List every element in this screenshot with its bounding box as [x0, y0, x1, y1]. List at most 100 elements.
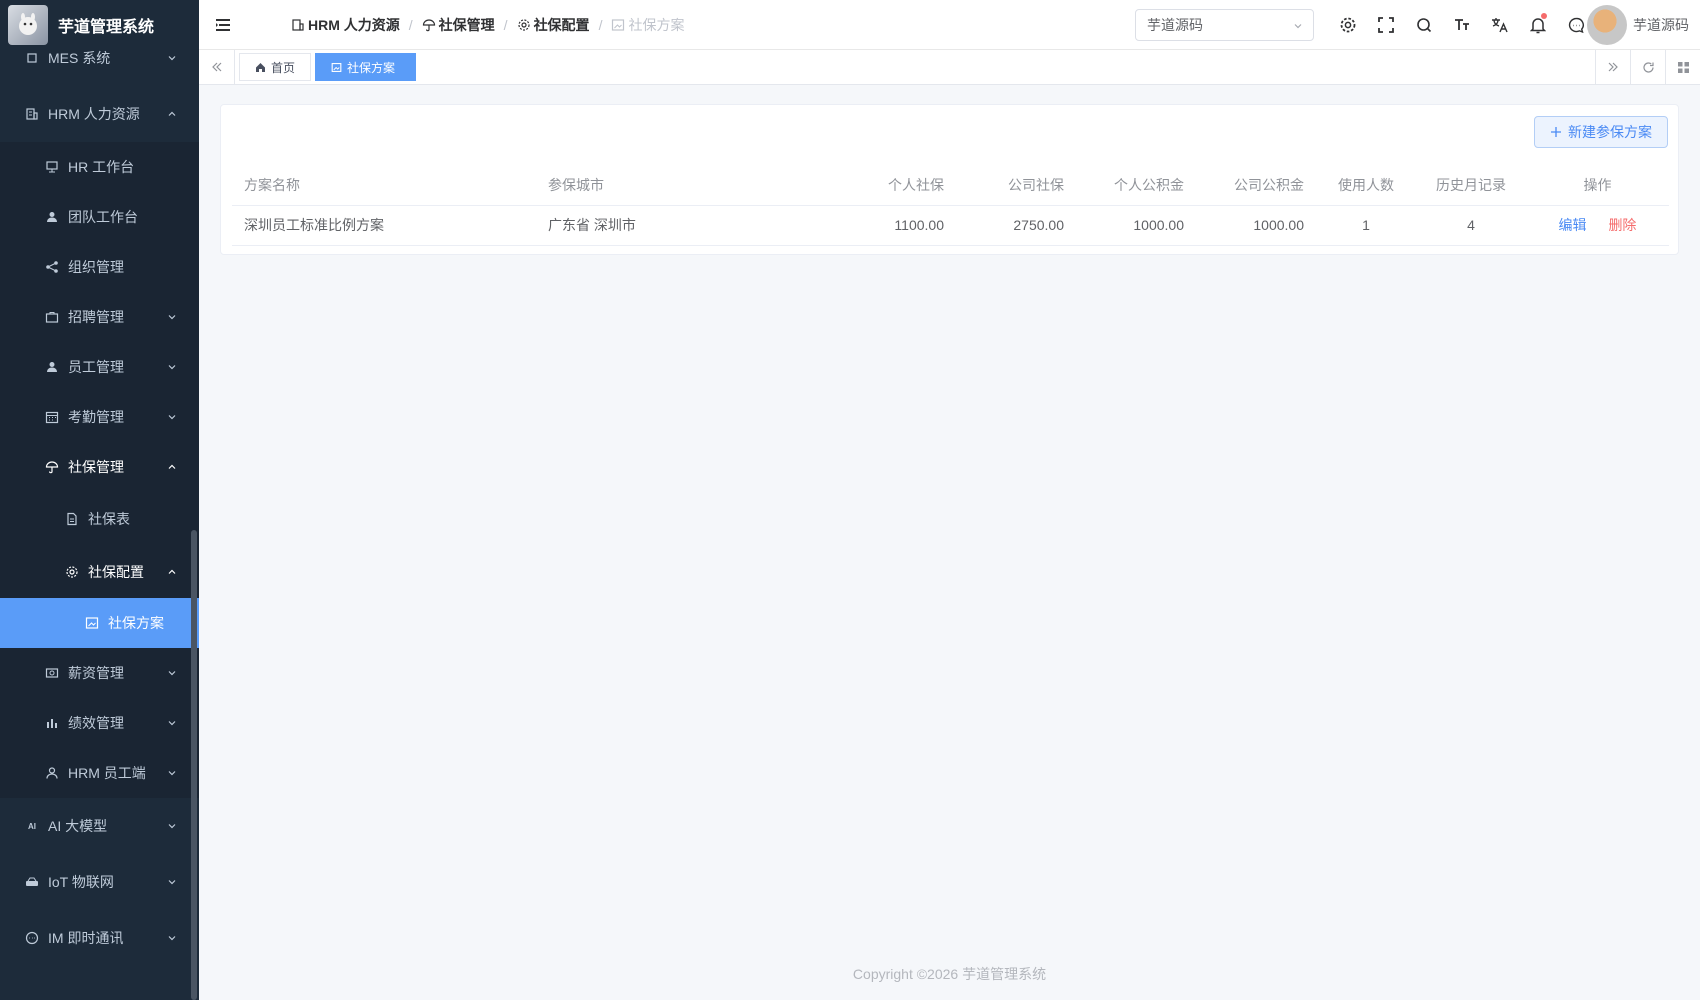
- ai-icon: AI: [28, 821, 36, 831]
- image-icon: [84, 615, 100, 631]
- search-button[interactable]: [1405, 0, 1443, 50]
- col-city: 参保城市: [536, 165, 836, 206]
- sidebar-item-label: 绩效管理: [68, 715, 124, 731]
- user-menu[interactable]: 芋道源码: [1587, 0, 1689, 50]
- chevron-down-icon: [1294, 24, 1302, 29]
- sidebar-item-social-security[interactable]: 社保管理: [0, 442, 199, 492]
- sidebar-item-label: 组织管理: [68, 259, 124, 275]
- sidebar-item-hrm-employee-portal[interactable]: HRM 员工端: [0, 748, 199, 798]
- tenant-select[interactable]: 芋道源码: [1135, 9, 1314, 41]
- image-icon: [331, 62, 342, 72]
- sidebar-item-performance[interactable]: 绩效管理: [0, 698, 199, 748]
- col-history: 历史月记录: [1416, 165, 1526, 206]
- username: 芋道源码: [1633, 17, 1689, 33]
- chevron-up-icon: [168, 464, 176, 469]
- user-icon: [44, 359, 60, 375]
- chip-icon: [24, 50, 40, 66]
- collapse-sidebar-button[interactable]: [203, 0, 243, 50]
- money-icon: [44, 665, 60, 681]
- sidebar-item-salary[interactable]: 薪资管理: [0, 648, 199, 698]
- notifications-button[interactable]: [1519, 0, 1557, 50]
- tab-label: 社保方案: [347, 60, 396, 75]
- chevron-down-icon: [168, 824, 176, 829]
- cell-personal-social: 1100.00: [836, 205, 956, 246]
- col-actions: 操作: [1526, 165, 1669, 206]
- fullscreen-button[interactable]: [1367, 0, 1405, 50]
- umbrella-icon: [422, 18, 435, 31]
- sidebar-item-label: MES 系统: [48, 50, 111, 66]
- language-button[interactable]: [1481, 0, 1519, 50]
- font-size-icon: [1455, 19, 1469, 30]
- sidebar-item-social-table[interactable]: 社保表: [0, 492, 199, 545]
- search-icon: [1417, 18, 1432, 33]
- chevron-down-icon: [168, 721, 176, 726]
- tags-view: 首页 社保方案: [199, 50, 1700, 85]
- table-header-row: 方案名称 参保城市 个人社保 公司社保 个人公积金 公司公积金 使用人数 历史月…: [232, 165, 1669, 206]
- breadcrumb-item-social-security[interactable]: 社保管理: [422, 15, 495, 35]
- avatar: [1587, 5, 1627, 45]
- refresh-tab-button[interactable]: [1630, 50, 1665, 84]
- breadcrumb-item-hrm[interactable]: HRM 人力资源: [291, 15, 400, 35]
- sidebar-scrollbar[interactable]: [191, 530, 197, 1000]
- col-users: 使用人数: [1316, 165, 1416, 206]
- sidebar-item-label: 社保管理: [68, 459, 124, 475]
- cell-plan-name: 深圳员工标准比例方案: [232, 205, 536, 246]
- settings-button[interactable]: [1329, 0, 1367, 50]
- building-icon: [24, 106, 40, 122]
- sidebar-item-label: IoT 物联网: [48, 874, 114, 890]
- chevron-down-icon: [168, 365, 176, 370]
- app-logo[interactable]: 芋道管理系统: [0, 0, 199, 50]
- breadcrumb-separator: /: [408, 16, 413, 33]
- calendar-icon: [44, 409, 60, 425]
- content-card: 新建参保方案 方案名称 参保城市 个人社保 公司社保 个人公积金 公司公积金 使…: [220, 104, 1679, 255]
- sidebar-item-social-config[interactable]: 社保配置: [0, 545, 199, 598]
- sidebar-item-employee[interactable]: 员工管理: [0, 342, 199, 392]
- tab-social-plan[interactable]: 社保方案: [315, 53, 417, 81]
- sidebar-item-label: HRM 员工端: [68, 765, 146, 781]
- breadcrumb-label: 社保配置: [533, 16, 590, 33]
- router-icon: [24, 874, 40, 890]
- notification-badge: [1541, 13, 1547, 19]
- gear-icon: [1340, 17, 1356, 33]
- sidebar-item-social-plan[interactable]: 社保方案: [0, 598, 199, 648]
- table-row: 深圳员工标准比例方案 广东省 深圳市 1100.00 2750.00 1000.…: [232, 205, 1669, 246]
- chat-icon: [24, 930, 40, 946]
- new-plan-button[interactable]: 新建参保方案: [1534, 116, 1668, 148]
- sidebar-item-hrm[interactable]: HRM 人力资源: [0, 86, 199, 142]
- double-chevron-right-icon: [1608, 62, 1618, 72]
- breadcrumb-item-social-plan: 社保方案: [611, 15, 684, 35]
- sidebar-item-label: 团队工作台: [68, 209, 138, 225]
- tab-menu-button[interactable]: [1665, 50, 1700, 84]
- breadcrumb-item-social-config[interactable]: 社保配置: [517, 15, 590, 35]
- tags-actions: [1595, 50, 1700, 84]
- cell-history: 4: [1416, 205, 1526, 246]
- home-icon: [256, 62, 265, 72]
- sidebar-item-iot[interactable]: IoT 物联网: [0, 854, 199, 910]
- presentation-icon: [44, 159, 60, 175]
- breadcrumb-separator: /: [503, 16, 508, 33]
- delete-button[interactable]: 删除: [1608, 217, 1636, 233]
- scroll-tags-left-button[interactable]: [199, 50, 235, 84]
- user-outline-icon: [44, 765, 60, 781]
- sidebar-item-ai[interactable]: AI AI 大模型: [0, 798, 199, 854]
- col-personal-social: 个人社保: [836, 165, 956, 206]
- edit-button[interactable]: 编辑: [1559, 217, 1587, 233]
- breadcrumb-label: 社保方案: [628, 16, 685, 33]
- sidebar-item-attendance[interactable]: 考勤管理: [0, 392, 199, 442]
- double-chevron-left-icon: [211, 62, 221, 72]
- sidebar-item-team-workbench[interactable]: 团队工作台: [0, 192, 199, 242]
- chevron-down-icon: [168, 315, 176, 320]
- refresh-icon: [1642, 61, 1654, 73]
- umbrella-icon: [44, 459, 60, 475]
- social-plan-table: 方案名称 参保城市 个人社保 公司社保 个人公积金 公司公积金 使用人数 历史月…: [232, 165, 1669, 246]
- sidebar-item-recruitment[interactable]: 招聘管理: [0, 292, 199, 342]
- scroll-tags-right-button[interactable]: [1595, 50, 1630, 84]
- sidebar-item-im[interactable]: IM 即时通讯: [0, 910, 199, 966]
- font-size-button[interactable]: [1443, 0, 1481, 50]
- col-company-social: 公司社保: [956, 165, 1076, 206]
- breadcrumb-label: HRM 人力资源: [308, 16, 400, 33]
- tab-home[interactable]: 首页: [239, 53, 312, 81]
- sidebar-item-hr-workbench[interactable]: HR 工作台: [0, 142, 199, 192]
- cell-company-fund: 1000.00: [1196, 205, 1316, 246]
- sidebar-item-organization[interactable]: 组织管理: [0, 242, 199, 292]
